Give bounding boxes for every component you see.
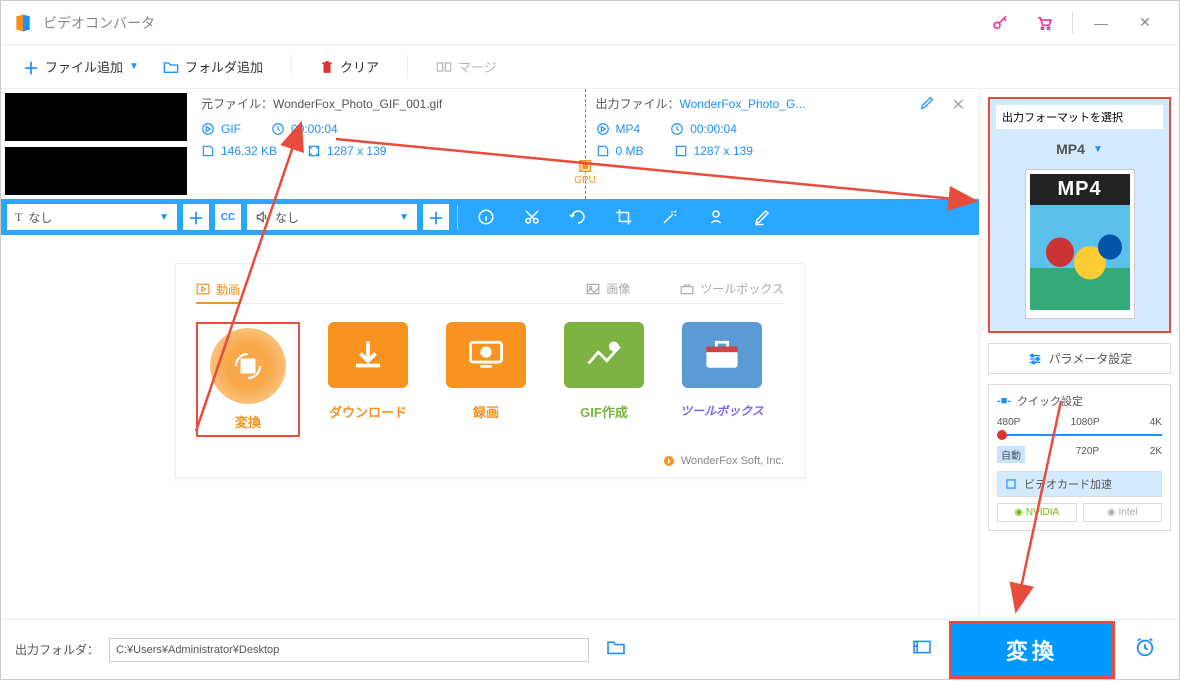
- output-format-panel[interactable]: 出力フォーマットを選択 MP4 ▼ MP4: [988, 97, 1171, 333]
- audio-value: なし: [275, 209, 299, 226]
- add-subtitle-button[interactable]: ＋: [183, 204, 209, 230]
- output-folder-label: 出力フォルダ：: [15, 641, 99, 658]
- dst-file-label: 出力ファイル：: [596, 97, 680, 111]
- output-format-title: 出力フォーマットを選択: [996, 105, 1163, 129]
- tile-gif-label: GIF作成: [554, 402, 654, 421]
- tile-toolbox[interactable]: ツールボックス: [672, 322, 772, 437]
- output-folder-input[interactable]: [109, 638, 589, 662]
- audio-select[interactable]: なし▼: [247, 204, 417, 230]
- window-title: ビデオコンバータ: [43, 13, 155, 33]
- minimize-button[interactable]: —: [1079, 1, 1123, 45]
- intel-chip[interactable]: ◉ Intel: [1083, 503, 1163, 522]
- subtitle-value: なし: [28, 209, 52, 226]
- dst-file-name: WonderFox_Photo_G...: [680, 97, 806, 111]
- res-4k[interactable]: 4K: [1150, 417, 1162, 428]
- alarm-icon[interactable]: [1125, 636, 1165, 664]
- output-sidebar: 出力フォーマットを選択 MP4▼ MP4 パラメータ設定 -■-クイック設定 4…: [979, 89, 1179, 619]
- crop-icon[interactable]: [604, 199, 644, 235]
- watermark-icon[interactable]: [696, 199, 736, 235]
- quick-settings-title: クイック設定: [1017, 393, 1083, 409]
- effects-icon[interactable]: [650, 199, 690, 235]
- add-folder-label: フォルダ追加: [185, 57, 263, 76]
- output-format-thumbnail[interactable]: MP4: [1025, 169, 1135, 319]
- tiles-panel: 動画 画像 ツールボックス 変換 ダウンロード 録画: [175, 263, 805, 478]
- tab-video[interactable]: 動画: [196, 280, 240, 304]
- src-format: GIF: [221, 122, 241, 136]
- output-thumbnail[interactable]: [5, 147, 187, 195]
- add-audio-button[interactable]: ＋: [423, 204, 449, 230]
- add-file-label: ファイル追加: [45, 57, 123, 76]
- tile-toolbox-label: ツールボックス: [672, 402, 772, 419]
- clear-label: クリア: [340, 57, 379, 76]
- merge-button[interactable]: マージ: [428, 53, 505, 80]
- res-1080p[interactable]: 1080P: [1071, 417, 1100, 428]
- res-720p[interactable]: 720P: [1076, 446, 1099, 463]
- tab-image[interactable]: 画像: [586, 280, 630, 297]
- titlebar: ビデオコンバータ — ✕: [1, 1, 1179, 45]
- src-size: 146.32 KB: [221, 144, 277, 158]
- convert-button[interactable]: 変換: [949, 621, 1115, 679]
- merge-label: マージ: [458, 57, 497, 76]
- add-file-button[interactable]: ＋ファイル追加▼: [15, 51, 147, 83]
- dst-size: 0 MB: [616, 144, 644, 158]
- edit-tool-icon[interactable]: [742, 199, 782, 235]
- add-folder-button[interactable]: フォルダ追加: [155, 53, 271, 80]
- app-logo: [13, 13, 33, 33]
- company-label: WonderFox Soft, Inc.: [681, 455, 784, 467]
- parameter-settings-button[interactable]: パラメータ設定: [988, 343, 1171, 374]
- footer-bar: 出力フォルダ： 変換: [1, 619, 1179, 679]
- cart-icon[interactable]: [1022, 1, 1066, 45]
- src-duration: 00:00:04: [291, 122, 338, 136]
- open-output-icon[interactable]: [905, 639, 939, 660]
- src-file-name: WonderFox_Photo_GIF_001.gif: [273, 97, 442, 111]
- main-toolbar: ＋ファイル追加▼ フォルダ追加 クリア マージ: [1, 45, 1179, 89]
- info-icon[interactable]: [466, 199, 506, 235]
- res-480p[interactable]: 480P: [997, 417, 1020, 428]
- nvidia-chip[interactable]: ◉ NVIDIA: [997, 503, 1077, 522]
- dst-duration: 00:00:04: [690, 122, 737, 136]
- key-icon[interactable]: [978, 1, 1022, 45]
- clear-button[interactable]: クリア: [312, 53, 387, 80]
- tab-toolbox[interactable]: ツールボックス: [680, 280, 784, 297]
- edit-icon[interactable]: [919, 95, 935, 116]
- subtitle-select[interactable]: Tなし▼: [7, 204, 177, 230]
- src-dims: 1287 x 139: [327, 144, 386, 158]
- dst-dims: 1287 x 139: [694, 144, 753, 158]
- resolution-slider[interactable]: [997, 434, 1162, 436]
- src-file-label: 元ファイル：: [201, 97, 273, 111]
- close-button[interactable]: ✕: [1123, 1, 1167, 45]
- quick-settings-panel: -■-クイック設定 480P1080P4K 自動720P2K ビデオカード加速 …: [988, 384, 1171, 531]
- cc-button[interactable]: CC: [215, 204, 241, 230]
- tile-convert-label: 変換: [202, 412, 294, 431]
- cut-icon[interactable]: [512, 199, 552, 235]
- gpu-badge: GPU: [574, 157, 596, 186]
- tile-convert[interactable]: 変換: [196, 322, 300, 437]
- chevron-down-icon[interactable]: ▼: [129, 61, 139, 72]
- res-auto[interactable]: 自動: [997, 446, 1025, 463]
- dst-format: MP4: [616, 122, 641, 136]
- browse-folder-icon[interactable]: [599, 639, 633, 660]
- tile-record-label: 録画: [436, 402, 536, 421]
- remove-file-icon[interactable]: ✕: [952, 95, 965, 115]
- source-thumbnail[interactable]: [5, 93, 187, 141]
- rotate-icon[interactable]: [558, 199, 598, 235]
- chevron-down-icon[interactable]: ▼: [1093, 144, 1103, 155]
- tile-gif[interactable]: GIF作成: [554, 322, 654, 437]
- gpu-accel-toggle[interactable]: ビデオカード加速: [997, 471, 1162, 497]
- edit-bar: Tなし▼ ＋ CC なし▼ ＋: [1, 199, 979, 235]
- res-2k[interactable]: 2K: [1150, 446, 1162, 463]
- tile-download-label: ダウンロード: [318, 402, 418, 421]
- tile-record[interactable]: 録画: [436, 322, 536, 437]
- tile-download[interactable]: ダウンロード: [318, 322, 418, 437]
- output-format-value: MP4: [1056, 141, 1085, 157]
- file-item: 元ファイル：WonderFox_Photo_GIF_001.gif GIF 00…: [1, 89, 979, 199]
